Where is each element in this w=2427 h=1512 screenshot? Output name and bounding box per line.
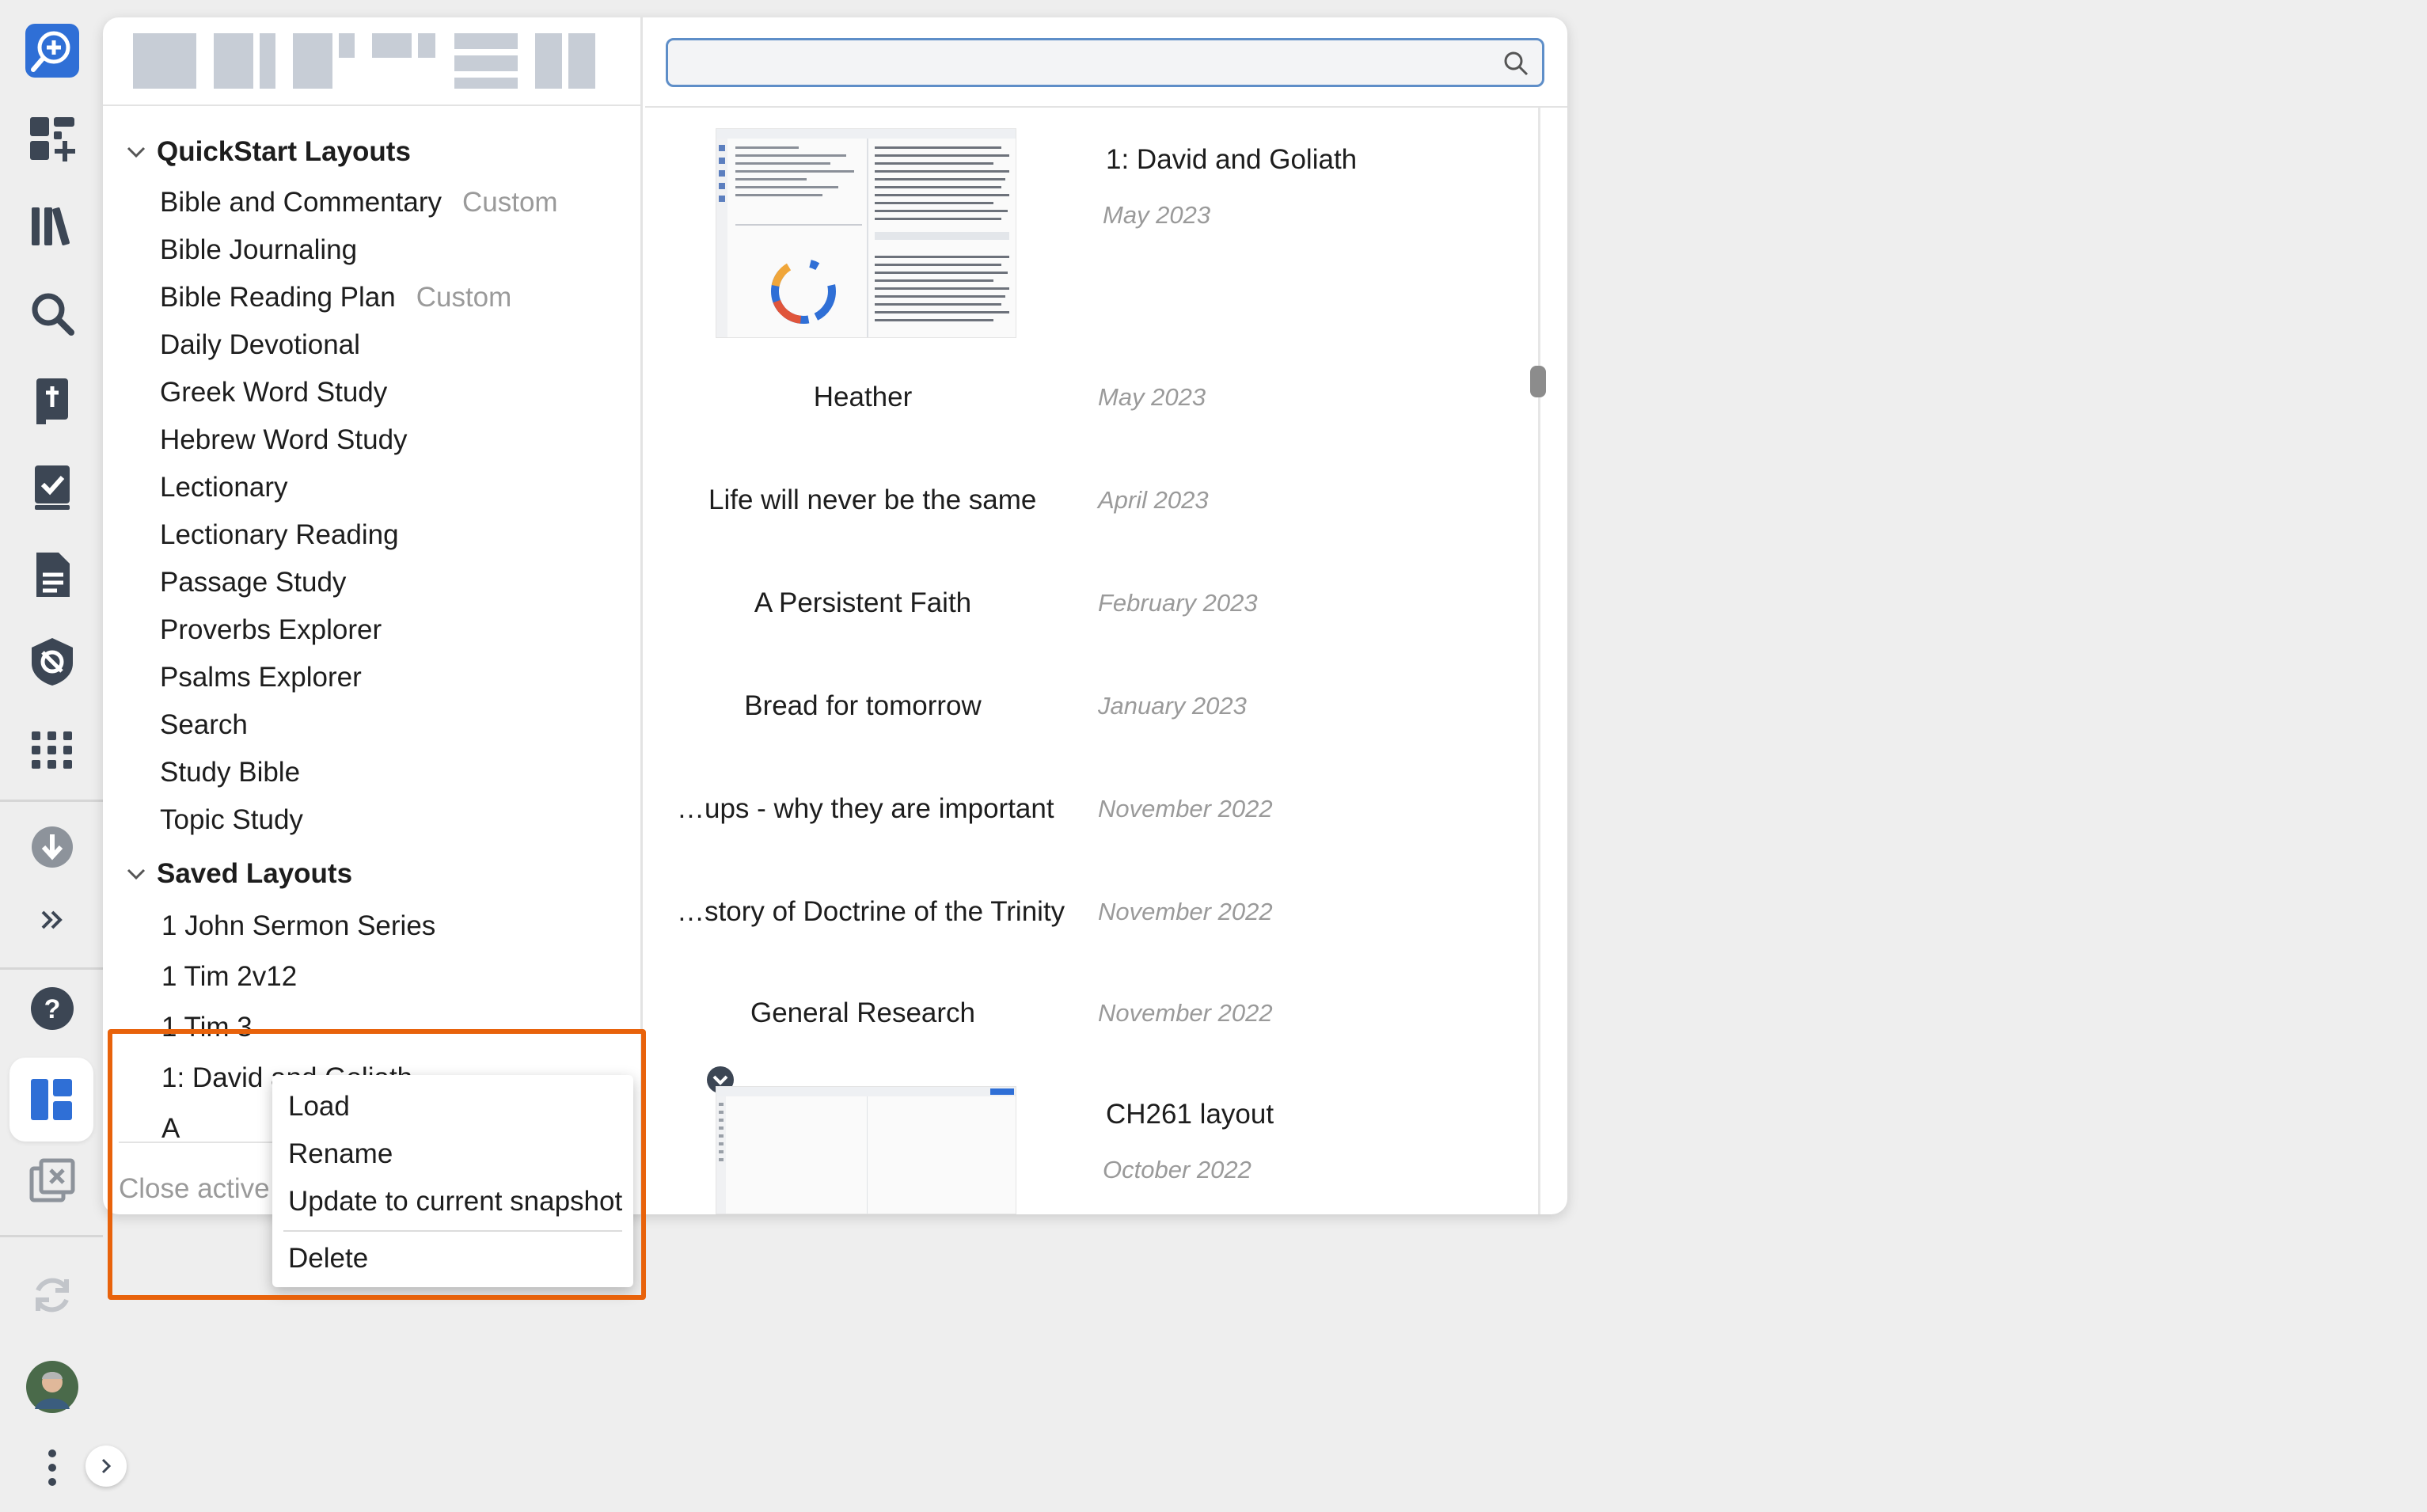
section-saved[interactable]: Saved Layouts (116, 850, 352, 898)
layout-one-plus-two-icon[interactable] (293, 33, 355, 89)
layout-label: Passage Study (160, 567, 347, 598)
layout-date: November 2022 (1098, 999, 1273, 1027)
quickstart-layout-item[interactable]: Lectionary Reading (160, 511, 399, 559)
rail-divider (0, 967, 103, 970)
layout-label: Lectionary Reading (160, 519, 399, 550)
more-vertical-icon[interactable] (16, 1431, 89, 1504)
chevron-down-icon (116, 139, 157, 165)
checklist-icon[interactable] (16, 451, 89, 524)
layout-label: 1 John Sermon Series (161, 910, 436, 941)
layout-label: Bible Reading Plan (160, 282, 396, 313)
layout-label: Bible Journaling (160, 234, 358, 265)
layout-date: April 2023 (1098, 486, 1209, 514)
layout-columns-icon[interactable] (535, 33, 595, 89)
layout-date: May 2023 (1103, 201, 1211, 229)
section-title: QuickStart Layouts (157, 136, 411, 167)
add-panel-icon[interactable] (16, 103, 89, 176)
layout-name[interactable]: Heather (708, 382, 1017, 413)
layout-thumbnail[interactable] (716, 1086, 1016, 1214)
chevron-down-icon (116, 860, 157, 887)
saved-layout-item[interactable]: 1 Tim 2v12 (161, 953, 297, 1001)
layout-name[interactable]: …ups - why they are important (677, 793, 1054, 825)
search-input[interactable] (666, 38, 1544, 87)
expand-rail-button[interactable] (85, 1446, 127, 1487)
custom-tag: Custom (462, 187, 558, 218)
saved-layout-item[interactable]: 1 John Sermon Series (161, 902, 435, 950)
rail-divider (0, 1235, 103, 1237)
layout-thumbnail[interactable] (716, 128, 1016, 338)
layout-date: November 2022 (1098, 795, 1273, 822)
section-quickstart[interactable]: QuickStart Layouts (116, 128, 411, 176)
layouts-icon[interactable] (9, 1058, 93, 1142)
quickstart-layout-item[interactable]: Topic Study (160, 796, 303, 844)
quickstart-layout-item[interactable]: Daily Devotional (160, 321, 360, 369)
highlight-box (108, 1029, 646, 1300)
shield-icon[interactable] (16, 625, 89, 698)
layout-label: Topic Study (160, 804, 303, 835)
scrollbar-track[interactable] (1538, 108, 1540, 1214)
layout-preview-pane: 1: David and Goliath May 2023 Heather Ma… (645, 17, 1567, 1214)
quickstart-layout-item[interactable]: Greek Word Study (160, 369, 387, 416)
scrollbar-thumb[interactable] (1530, 366, 1546, 397)
layout-name[interactable]: General Research (708, 997, 1017, 1029)
layout-label: Search (160, 709, 248, 740)
layout-name[interactable]: …story of Doctrine of the Trinity (677, 896, 1065, 928)
quickstart-layout-item[interactable]: Proverbs Explorer (160, 606, 382, 654)
layout-name[interactable]: Bread for tomorrow (708, 690, 1017, 722)
layout-label: Psalms Explorer (160, 662, 362, 693)
layout-name[interactable]: Life will never be the same (708, 484, 1036, 516)
layout-date: May 2023 (1098, 383, 1206, 411)
document-icon[interactable] (16, 538, 89, 611)
layout-label: Greek Word Study (160, 377, 388, 408)
search-field[interactable] (676, 45, 1499, 80)
section-title: Saved Layouts (157, 858, 353, 889)
quickstart-layout-item[interactable]: Bible Journaling (160, 226, 357, 274)
avatar[interactable] (16, 1351, 89, 1423)
custom-tag: Custom (416, 282, 512, 313)
left-rail: ? (0, 0, 127, 1512)
layout-name[interactable]: CH261 layout (1106, 1099, 1274, 1130)
bible-icon[interactable] (16, 364, 89, 437)
new-search-icon[interactable] (16, 14, 89, 87)
layout-date: November 2022 (1098, 898, 1273, 925)
apps-grid-icon[interactable] (16, 712, 89, 785)
layout-date: October 2022 (1103, 1156, 1251, 1183)
layout-grid-icon[interactable] (372, 33, 435, 89)
layout-label: Proverbs Explorer (160, 614, 382, 645)
layout-date: February 2023 (1098, 589, 1258, 617)
sync-icon[interactable] (16, 1259, 89, 1332)
layout-label: Hebrew Word Study (160, 424, 408, 455)
layout-label: Bible and Commentary (160, 187, 442, 218)
rail-divider (0, 800, 103, 802)
divider (645, 106, 1567, 108)
download-icon[interactable] (16, 811, 89, 883)
expand-more-icon[interactable] (16, 883, 89, 956)
quickstart-layout-item[interactable]: Passage Study (160, 559, 346, 606)
layout-name[interactable]: 1: David and Goliath (1106, 144, 1357, 176)
search-icon[interactable] (16, 277, 89, 350)
help-icon[interactable]: ? (16, 972, 89, 1045)
quickstart-layout-item[interactable]: Bible Reading Plan Custom (160, 274, 511, 321)
quickstart-layout-item[interactable]: Lectionary (160, 464, 287, 511)
search-icon[interactable] (1502, 50, 1529, 77)
layout-two-column-icon[interactable] (214, 33, 275, 89)
layout-rows-icon[interactable] (454, 33, 518, 89)
layout-label: Daily Devotional (160, 329, 360, 360)
quickstart-layout-item[interactable]: Bible and Commentary Custom (160, 179, 558, 226)
chevron-right-icon (101, 1458, 112, 1474)
layout-date: January 2023 (1098, 692, 1247, 720)
library-icon[interactable] (16, 190, 89, 263)
layout-single-icon[interactable] (133, 33, 196, 89)
quickstart-layout-item[interactable]: Search (160, 701, 248, 749)
quickstart-layout-item[interactable]: Psalms Explorer (160, 654, 362, 701)
quickstart-layout-item[interactable]: Hebrew Word Study (160, 416, 408, 464)
layout-label: Study Bible (160, 757, 301, 788)
layout-label: 1 Tim 2v12 (161, 961, 298, 992)
quickstart-layout-item[interactable]: Study Bible (160, 749, 300, 796)
layout-template-toolbar (103, 17, 643, 106)
layout-label: Lectionary (160, 472, 288, 503)
layout-name[interactable]: A Persistent Faith (708, 587, 1017, 619)
close-panels-icon[interactable] (16, 1145, 89, 1218)
svg-text:?: ? (44, 994, 61, 1024)
